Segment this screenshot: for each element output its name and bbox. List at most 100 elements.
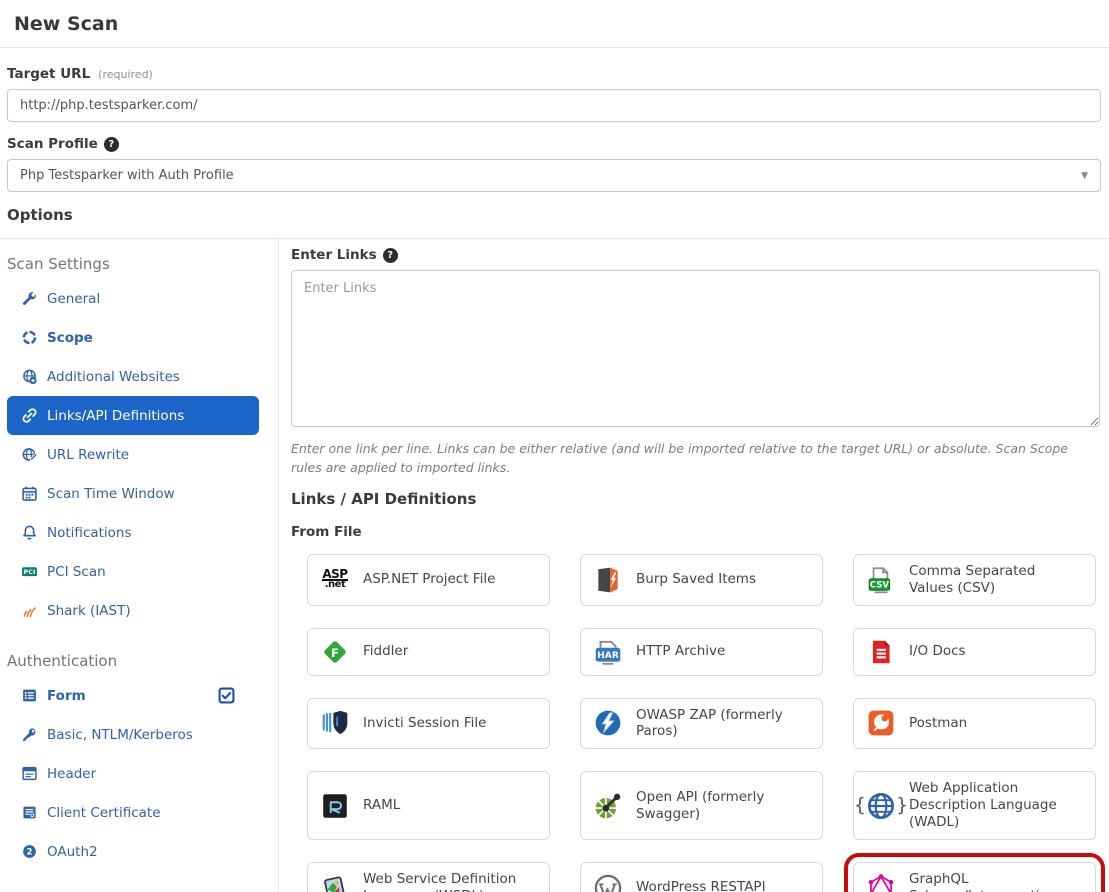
file-button-label: ASP.NET Project File	[363, 571, 496, 588]
svg-text:F: F	[331, 645, 339, 659]
sidebar-item-label: Form	[47, 687, 86, 704]
scope-icon	[21, 329, 38, 346]
links-api-definitions-title: Links / API Definitions	[291, 489, 477, 508]
sidebar-item-label: URL Rewrite	[47, 446, 130, 463]
pci-icon: PCI	[21, 563, 38, 580]
file-button-label: OWASP ZAP (formerly Paros)	[636, 706, 783, 740]
sidebar-item-oauth2[interactable]: 2 OAuth2	[7, 832, 259, 871]
page-header: New Scan	[0, 0, 1109, 48]
sidebar-item-shark-iast[interactable]: Shark (IAST)	[7, 591, 259, 630]
file-button-invicti-session-file[interactable]: Invicti Session File	[307, 697, 550, 750]
sidebar-item-label: Basic, NTLM/Kerberos	[47, 726, 193, 743]
sidebar-item-form[interactable]: Form	[7, 676, 259, 715]
zap-icon	[593, 708, 623, 738]
import-file-grid: ASP .net ASP.NET Project File Burp Saved It…	[307, 553, 1105, 892]
oauth2-icon: 2	[21, 843, 38, 860]
file-button-label: WordPress RESTAPI	[636, 879, 766, 892]
sidebar-item-notifications[interactable]: Notifications	[7, 513, 259, 552]
file-button-wordpress-restapi[interactable]: WordPress RESTAPI	[580, 861, 823, 892]
file-button-i-o-docs[interactable]: I/O Docs	[853, 627, 1096, 676]
file-button-fiddler[interactable]: F Fiddler	[307, 627, 550, 676]
scan-profile-value: Php Testsparker with Auth Profile	[20, 168, 234, 183]
csv-icon: CSV	[866, 565, 896, 595]
burp-icon	[593, 565, 623, 595]
scan-profile-label-text: Scan Profile	[7, 136, 98, 152]
enter-links-label: Enter Links ?	[291, 247, 1100, 263]
svg-text:2: 2	[27, 848, 33, 858]
settings-sidebar: Scan Settings General Scope Additional Webs…	[0, 239, 279, 892]
sidebar-item-pci-scan[interactable]: PCI PCI Scan	[7, 552, 259, 591]
certificate-icon	[21, 804, 38, 821]
file-button-label: GraphQL Schema/Introspection	[909, 870, 1056, 892]
file-button-owasp-zap-formerly-paros[interactable]: OWASP ZAP (formerly Paros)	[580, 697, 823, 750]
file-button-label: HTTP Archive	[636, 643, 726, 660]
file-button-web-application-description-language-wadl[interactable]: {} Web Application Description Language (…	[853, 771, 1096, 840]
iodocs-icon	[866, 637, 896, 667]
key-icon	[21, 726, 38, 743]
file-button-label: Open API (formerly Swagger)	[636, 788, 765, 822]
file-button-asp-net-project-file[interactable]: ASP .net ASP.NET Project File	[307, 553, 550, 606]
file-button-label: Web Application Description Language (WA…	[909, 780, 1057, 830]
sidebar-item-url-rewrite[interactable]: URL Rewrite	[7, 435, 259, 474]
file-button-label: Invicti Session File	[363, 714, 487, 731]
sidebar-item-label: Notifications	[47, 524, 132, 541]
file-button-label: Comma Separated Values (CSV)	[909, 562, 1036, 596]
enter-links-label-text: Enter Links	[291, 247, 377, 263]
from-file-label: From File	[291, 523, 362, 540]
target-url-input[interactable]	[7, 89, 1101, 122]
chevron-down-icon: ▼	[1081, 170, 1088, 181]
openapi-icon	[593, 791, 623, 821]
file-button-open-api-formerly-swagger[interactable]: Open API (formerly Swagger)	[580, 771, 823, 840]
globe-plus-icon	[21, 368, 38, 385]
sidebar-item-additional-websites[interactable]: Additional Websites	[7, 357, 259, 396]
wsdl-icon	[320, 873, 350, 892]
page-title: New Scan	[14, 13, 119, 35]
file-button-comma-separated-values-csv[interactable]: CSV Comma Separated Values (CSV)	[853, 553, 1096, 606]
raml-icon	[320, 791, 350, 821]
file-button-raml[interactable]: RAML	[307, 771, 550, 840]
file-button-label: Postman	[909, 714, 968, 731]
wordpress-icon	[593, 873, 623, 892]
file-button-label: I/O Docs	[909, 643, 966, 660]
sidebar-item-label: Additional Websites	[47, 368, 180, 385]
wrench-icon	[21, 290, 38, 307]
link-icon	[21, 407, 38, 424]
sidebar-item-general[interactable]: General	[7, 279, 259, 318]
invicti-icon	[320, 708, 350, 738]
sidebar-item-links-api-definitions[interactable]: Links/API Definitions	[7, 396, 259, 435]
wadl-icon: {}	[853, 792, 909, 819]
links-api-panel: Enter Links ? Enter one link per line. L…	[279, 239, 1109, 892]
sidebar-item-label: Links/API Definitions	[47, 407, 185, 424]
sidebar-item-scan-time-window[interactable]: Scan Time Window	[7, 474, 259, 513]
file-button-graphql-schema-introspection[interactable]: GraphQL Schema/Introspection	[844, 852, 1105, 892]
check-square-icon[interactable]	[218, 687, 235, 704]
file-button-label: Fiddler	[363, 643, 409, 660]
calendar-icon	[21, 485, 38, 502]
file-button-label: RAML	[363, 797, 401, 814]
header-icon	[21, 765, 38, 782]
sidebar-item-client-certificate[interactable]: Client Certificate	[7, 793, 259, 832]
file-button-web-service-definition-language-wsdl[interactable]: Web Service Definition Language (WSDL)	[307, 861, 550, 892]
sidebar-item-label: PCI Scan	[47, 563, 106, 580]
file-button-label: Burp Saved Items	[636, 571, 756, 588]
question-circle-icon[interactable]: ?	[382, 247, 398, 263]
file-button-burp-saved-items[interactable]: Burp Saved Items	[580, 553, 823, 606]
svg-text:HAR: HAR	[597, 651, 619, 661]
graphql-icon	[866, 873, 896, 892]
file-button-postman[interactable]: Postman	[853, 697, 1096, 750]
question-circle-icon[interactable]: ?	[103, 136, 119, 152]
sidebar-item-label: OAuth2	[47, 843, 98, 860]
file-button-http-archive[interactable]: HAR HTTP Archive	[580, 627, 823, 676]
enter-links-note: Enter one link per line. Links can be ei…	[291, 441, 1068, 476]
sidebar-section-title-scan-settings: Scan Settings	[7, 255, 110, 273]
sidebar-item-basic-ntlm-kerberos[interactable]: Basic, NTLM/Kerberos	[7, 715, 259, 754]
svg-text:PCI: PCI	[24, 568, 36, 576]
fiddler-icon: F	[320, 637, 350, 667]
scan-profile-select[interactable]: Php Testsparker with Auth Profile ▼	[7, 159, 1101, 192]
enter-links-textarea[interactable]	[291, 270, 1100, 427]
sidebar-item-header[interactable]: Header	[7, 754, 259, 793]
sidebar-item-scope[interactable]: Scope	[7, 318, 259, 357]
options-body: Scan Settings General Scope Additional Webs…	[0, 239, 1109, 892]
svg-text:CSV: CSV	[870, 580, 890, 590]
sidebar-section-title-authentication: Authentication	[7, 652, 118, 670]
